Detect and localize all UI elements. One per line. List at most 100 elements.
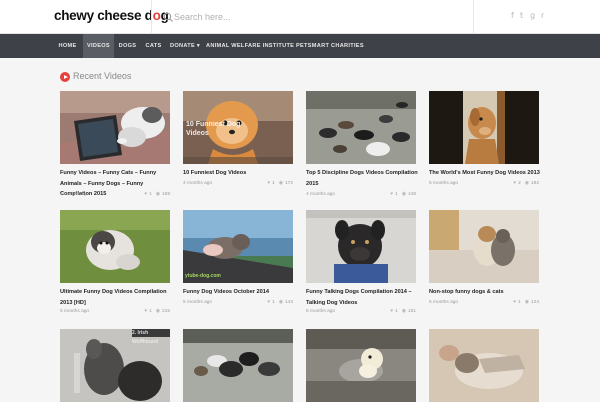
- eye-icon: ◉: [155, 309, 160, 314]
- video-meta: 5 months ago ♥ 1 ◉ 124: [429, 300, 539, 309]
- video-age: 4 months ago: [60, 192, 90, 197]
- video-title[interactable]: Non-stop funny dogs & cats: [429, 287, 541, 298]
- view-count: 192: [530, 181, 539, 186]
- heart-icon[interactable]: ♥: [267, 181, 270, 186]
- eye-icon: ◉: [278, 181, 283, 186]
- video-thumbnail[interactable]: [60, 210, 170, 283]
- like-count: 1: [149, 309, 152, 314]
- view-count: 143: [284, 300, 293, 305]
- video-stats: ♥ 1 ◉ 172: [267, 181, 293, 186]
- eye-icon: ◉: [524, 300, 529, 305]
- eye-icon: ◉: [155, 192, 160, 197]
- video-stats: ♥ 1 ◉ 151: [390, 309, 416, 314]
- heart-icon[interactable]: ♥: [390, 309, 393, 314]
- video-title[interactable]: Top 5 Discipline Dogs Videos Compilation…: [306, 168, 418, 189]
- main-navigation: HOME VIDEOS DOGS CATS DONATE ▾ ANIMAL WE…: [0, 34, 600, 58]
- rss-icon[interactable]: r: [541, 11, 544, 21]
- like-count: 1: [272, 181, 275, 186]
- view-count: 124: [530, 300, 539, 305]
- video-age: 5 months ago: [429, 300, 459, 305]
- video-thumbnail[interactable]: [429, 91, 539, 164]
- video-stats: ♥ 1 ◉ 124: [513, 300, 539, 305]
- header-divider: [151, 0, 152, 34]
- header-divider: [473, 0, 474, 34]
- nav-item-home[interactable]: HOME: [54, 34, 81, 58]
- google-plus-icon[interactable]: g: [530, 11, 535, 21]
- video-thumbnail[interactable]: [183, 329, 293, 402]
- nav-item-petsmart-charities[interactable]: PETSMART CHARITIES: [296, 34, 364, 58]
- nav-item-videos[interactable]: VIDEOS: [83, 34, 114, 58]
- video-age: 5 months ago: [306, 309, 336, 314]
- like-count: 1: [518, 300, 521, 305]
- sleeping-dog-image: [429, 329, 539, 402]
- heart-icon[interactable]: ♥: [513, 300, 516, 305]
- video-thumbnail[interactable]: 2. Irish Wolfhound: [60, 329, 170, 402]
- heart-icon[interactable]: ♥: [144, 309, 147, 314]
- logo-accent-char: o: [152, 8, 161, 23]
- video-meta: 5 months ago ♥ 2 ◉ 192: [429, 181, 539, 190]
- video-meta: 4 months ago ♥ 1 ◉ 169: [60, 192, 170, 201]
- video-title[interactable]: Ultimate Funny Dog Videos Compilation 20…: [60, 287, 172, 308]
- video-age: 5 months ago: [429, 181, 459, 186]
- video-thumbnail[interactable]: [306, 210, 416, 283]
- view-count: 148: [407, 192, 416, 197]
- eye-icon: ◉: [401, 309, 406, 314]
- video-thumbnail[interactable]: 10 Funniest Dog Videos: [183, 91, 293, 164]
- video-thumbnail[interactable]: [306, 91, 416, 164]
- search-input[interactable]: [174, 9, 454, 25]
- heart-icon[interactable]: ♥: [513, 181, 516, 186]
- video-thumbnail[interactable]: [60, 91, 170, 164]
- video-meta: 5 months ago ♥ 1 ◉ 215: [60, 309, 170, 318]
- video-title[interactable]: 10 Funniest Dog Videos: [183, 168, 295, 179]
- nav-item-animal-welfare-institute[interactable]: ANIMAL WELFARE INSTITUTE: [206, 34, 294, 58]
- nav-item-dogs[interactable]: DOGS: [116, 34, 139, 58]
- nav-item-donate[interactable]: DONATE ▾: [168, 34, 202, 58]
- video-age: 4 months ago: [306, 192, 336, 197]
- eye-icon: ◉: [401, 192, 406, 197]
- heart-icon[interactable]: ♥: [390, 192, 393, 197]
- video-title[interactable]: The World's Most Funny Dog Videos 2013: [429, 168, 541, 179]
- video-stats: ♥ 1 ◉ 148: [390, 192, 416, 197]
- heart-icon[interactable]: ♥: [267, 300, 270, 305]
- eye-icon: ◉: [278, 300, 283, 305]
- video-thumbnail[interactable]: [306, 329, 416, 402]
- like-count: 1: [395, 192, 398, 197]
- like-count: 1: [149, 192, 152, 197]
- eye-icon: ◉: [524, 181, 529, 186]
- video-thumbnail[interactable]: [429, 210, 539, 283]
- video-meta: 4 months ago ♥ 1 ◉ 148: [306, 192, 416, 201]
- like-count: 1: [395, 309, 398, 314]
- dog-cat-hug-image: [429, 210, 539, 283]
- dog-door-image: [429, 91, 539, 164]
- dogs-yard-image: [183, 329, 293, 402]
- video-thumbnail[interactable]: ytube-dog.com: [183, 210, 293, 283]
- thumbnail-overlay-text: 10 Funniest Dog Videos: [186, 121, 241, 137]
- video-age: 5 months ago: [183, 300, 213, 305]
- heart-icon[interactable]: ♥: [144, 192, 147, 197]
- video-meta: 5 months ago ♥ 1 ◉ 151: [306, 309, 416, 318]
- video-stats: ♥ 2 ◉ 192: [513, 181, 539, 186]
- video-stats: ♥ 1 ◉ 215: [144, 309, 170, 314]
- video-thumbnail[interactable]: [429, 329, 539, 402]
- video-title[interactable]: Funny Talking Dogs Compilation 2014 – Ta…: [306, 287, 418, 308]
- video-stats: ♥ 1 ◉ 169: [144, 192, 170, 197]
- thumbnail-overlay-text: 2. Irish Wolfhound: [132, 330, 159, 345]
- nav-item-cats[interactable]: CATS: [142, 34, 165, 58]
- watermark-text: ytube-dog.com: [185, 273, 221, 279]
- site-header: chewy cheese dog f t g r: [0, 0, 600, 34]
- twitter-icon[interactable]: t: [520, 11, 523, 21]
- facebook-icon[interactable]: f: [511, 11, 514, 21]
- labrador-puppy-image: [306, 329, 416, 402]
- view-count: 172: [284, 181, 293, 186]
- play-icon: [60, 72, 70, 82]
- view-count: 215: [161, 309, 170, 314]
- video-meta: 5 months ago ♥ 1 ◉ 143: [183, 300, 293, 309]
- section-title: Recent Videos: [73, 71, 132, 81]
- logo-text-prefix: chewy cheese d: [54, 8, 153, 23]
- video-title[interactable]: Funny Dog Videos October 2014: [183, 287, 295, 298]
- puppy-grass-image: [60, 210, 170, 283]
- like-count: 2: [518, 181, 521, 186]
- talking-dog-image: [306, 210, 416, 283]
- video-age: 4 months ago: [183, 181, 213, 186]
- cat-tablet-image: [60, 91, 170, 164]
